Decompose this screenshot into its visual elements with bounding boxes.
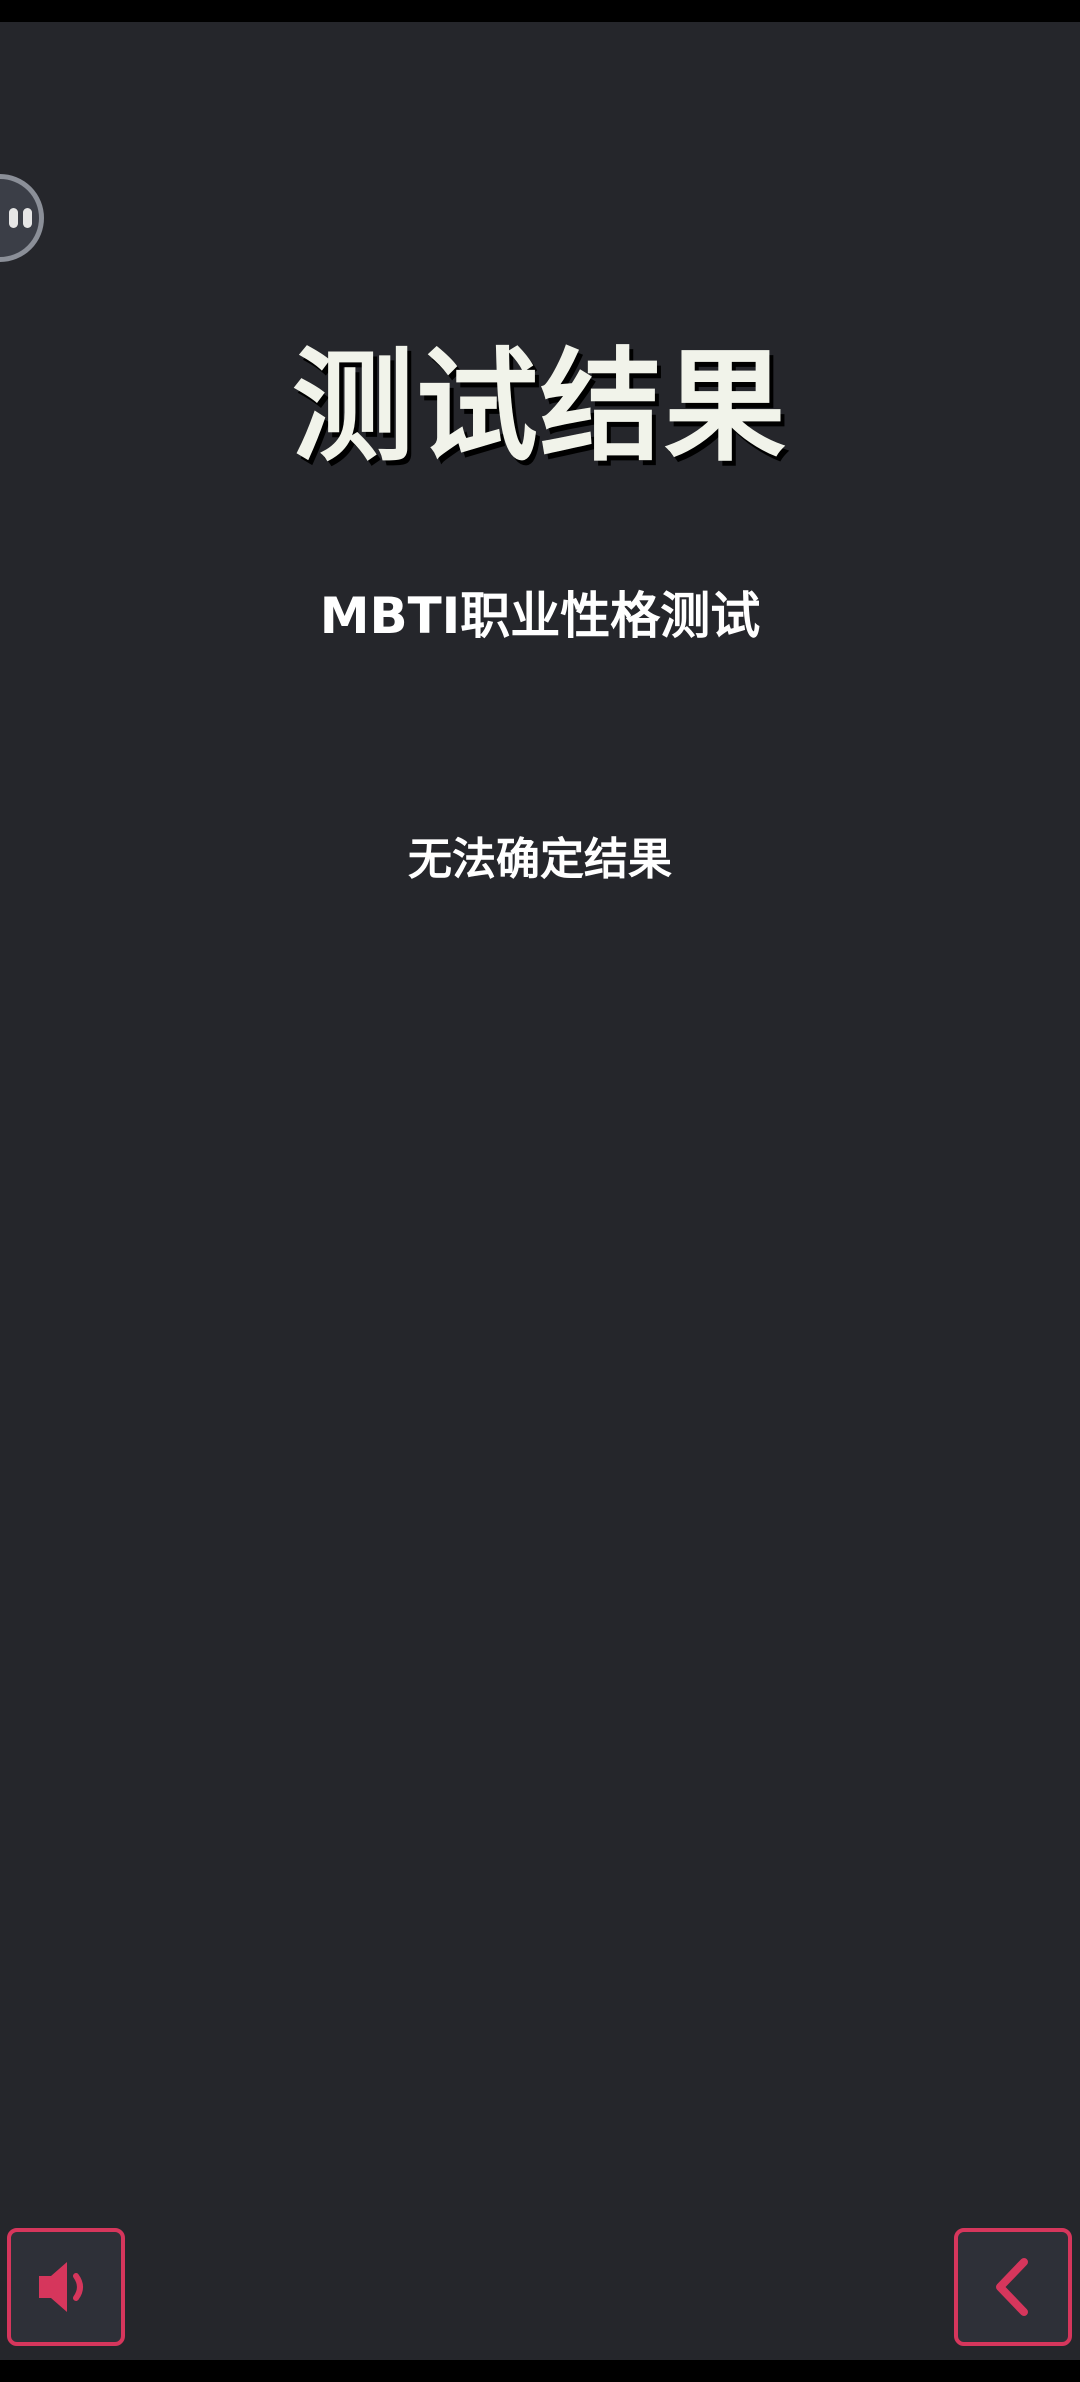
result-text: 无法确定结果 — [408, 834, 672, 885]
assistant-eye-left — [9, 208, 18, 228]
back-button[interactable] — [954, 2228, 1072, 2346]
assistant-eye-right — [23, 208, 32, 228]
speaker-icon — [39, 2262, 83, 2312]
status-bar — [0, 0, 1080, 22]
chevron-left-icon — [996, 2258, 1028, 2316]
sound-button[interactable] — [7, 2228, 125, 2346]
test-name: MBTI职业性格测试 — [319, 587, 761, 645]
system-nav-bar — [0, 2360, 1080, 2382]
page-title: 测试结果 — [292, 336, 788, 478]
